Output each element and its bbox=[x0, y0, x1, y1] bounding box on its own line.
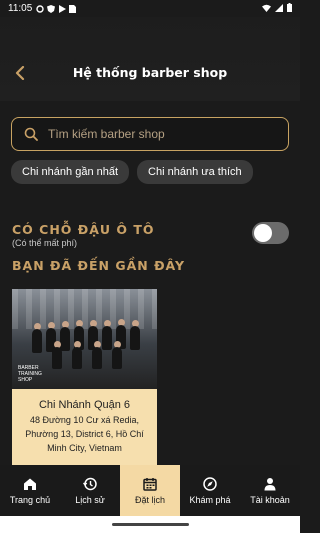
branch-card[interactable]: BARBER TRAINING SHOP Chi Nhánh Quận 6 48… bbox=[12, 289, 157, 465]
chip-nearest[interactable]: Chi nhánh gần nhất bbox=[11, 160, 130, 184]
play-icon bbox=[59, 4, 67, 13]
photo-caption: BARBER TRAINING SHOP bbox=[18, 365, 42, 383]
signal-icon bbox=[275, 3, 283, 12]
filter-chips: Chi nhánh gần nhất Chi nhánh ưa thích bbox=[11, 160, 253, 184]
nav-booking[interactable]: Đặt lịch bbox=[120, 465, 180, 516]
person bbox=[60, 327, 70, 351]
person bbox=[102, 326, 112, 350]
status-bar: 11:05 bbox=[0, 0, 300, 17]
page-title: Hệ thống barber shop bbox=[72, 65, 228, 80]
person bbox=[112, 347, 122, 369]
search-input[interactable] bbox=[48, 127, 268, 141]
gesture-bar bbox=[0, 516, 300, 533]
history-icon bbox=[83, 477, 97, 490]
branch-photo: BARBER TRAINING SHOP bbox=[12, 289, 157, 389]
branch-address: 48 Đường 10 Cư xá Redia, Phường 13, Dist… bbox=[25, 415, 144, 453]
parking-label: CÓ CHỖ ĐẬU Ô TÔ bbox=[12, 222, 155, 237]
nav-label: Đặt lịch bbox=[134, 494, 165, 505]
home-icon bbox=[24, 478, 36, 490]
nav-label: Lịch sử bbox=[75, 494, 105, 505]
parking-toggle[interactable] bbox=[252, 222, 289, 244]
sim-icon bbox=[69, 4, 77, 13]
search-icon bbox=[24, 127, 38, 141]
shield-icon bbox=[47, 4, 56, 13]
nav-label: Khám phá bbox=[189, 494, 231, 505]
nav-label: Tài khoản bbox=[250, 494, 290, 505]
recent-section-title: BẠN ĐÃ ĐẾN GẦN ĐÂY bbox=[12, 258, 186, 273]
person bbox=[130, 326, 140, 350]
branch-name: Chi Nhánh Quận 6 bbox=[38, 399, 131, 411]
branch-info: Chi Nhánh Quận 6 48 Đường 10 Cư xá Redia… bbox=[12, 389, 157, 465]
person bbox=[72, 347, 82, 369]
nav-history[interactable]: Lịch sử bbox=[60, 465, 120, 516]
person bbox=[92, 347, 102, 369]
parking-filter: CÓ CHỖ ĐẬU Ô TÔ (Có thể mất phí) bbox=[12, 222, 155, 248]
chip-favorite[interactable]: Chi nhánh ưa thích bbox=[137, 160, 253, 184]
toggle-knob bbox=[254, 224, 272, 242]
settings-icon bbox=[36, 4, 44, 13]
compass-icon bbox=[203, 476, 217, 491]
parking-sublabel: (Có thể mất phí) bbox=[12, 238, 78, 248]
user-icon bbox=[264, 477, 276, 490]
status-time: 11:05 bbox=[8, 3, 33, 14]
header: Hệ thống barber shop bbox=[0, 17, 300, 101]
nav-explore[interactable]: Khám phá bbox=[180, 465, 240, 516]
calendar-icon bbox=[143, 477, 157, 491]
nav-label: Trang chủ bbox=[9, 494, 51, 505]
person bbox=[32, 329, 42, 353]
home-indicator[interactable] bbox=[112, 523, 189, 526]
nav-home[interactable]: Trang chủ bbox=[0, 465, 60, 516]
nav-account[interactable]: Tài khoản bbox=[240, 465, 300, 516]
person bbox=[52, 347, 62, 369]
search-box[interactable] bbox=[11, 117, 289, 151]
bottom-nav: Trang chủ Lịch sử Đặt lịch Khám phá Tài … bbox=[0, 465, 300, 516]
battery-icon bbox=[287, 3, 292, 12]
wifi-icon bbox=[262, 4, 271, 12]
